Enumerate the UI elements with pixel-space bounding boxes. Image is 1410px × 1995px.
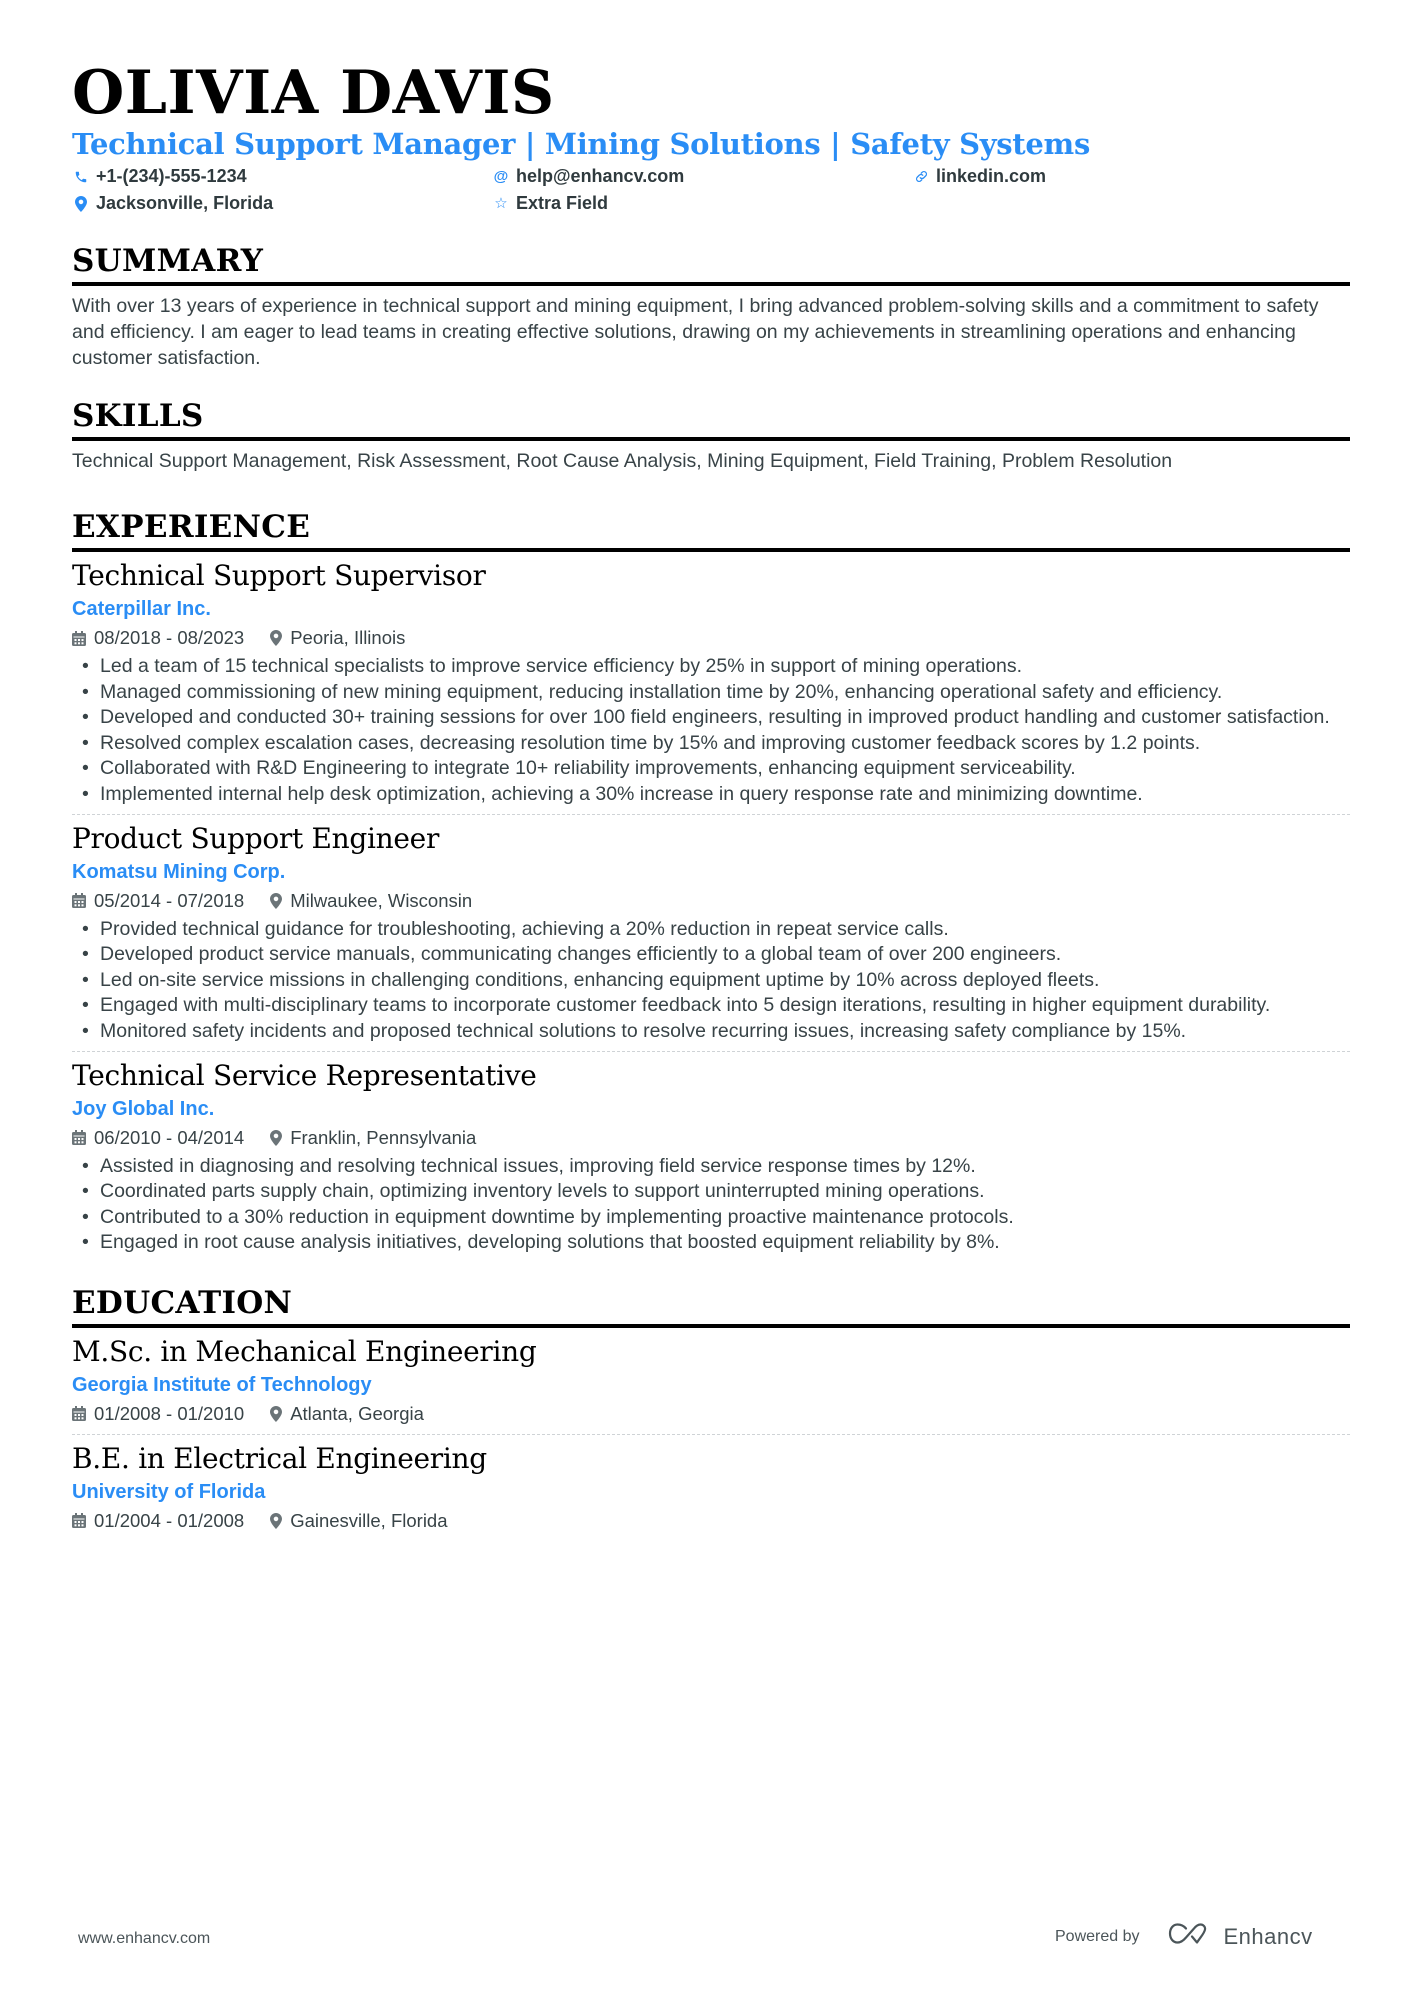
contact-info: +1-(234)-555-1234 @ help@enhancv.com lin…: [72, 164, 1350, 216]
at-icon: @: [493, 168, 509, 185]
education-entry: B.E. in Electrical Engineering Universit…: [72, 1441, 1350, 1541]
bullet: Assisted in diagnosing and resolving tec…: [72, 1154, 1350, 1180]
bullet: Monitored safety incidents and proposed …: [72, 1019, 1350, 1045]
job-dates: 08/2018 - 08/2023: [94, 627, 245, 648]
footer-website-link[interactable]: www.enhancv.com: [78, 1930, 210, 1948]
bullet: Led a team of 15 technical specialists t…: [72, 654, 1350, 680]
star-icon: ☆: [494, 195, 508, 212]
bullet: Contributed to a 30% reduction in equipm…: [72, 1205, 1350, 1231]
section-divider: [72, 282, 1350, 286]
company-name: Komatsu Mining Corp.: [72, 860, 286, 883]
skills-text: Technical Support Management, Risk Asses…: [72, 450, 1173, 472]
company-name: Caterpillar Inc.: [72, 598, 211, 620]
education-section: EDUCATION M.Sc. in Mechanical Engineerin…: [72, 1284, 1350, 1541]
job-meta: 06/2010 - 04/2014 Franklin, Pennsylvania: [72, 1124, 1350, 1152]
school-name: Georgia Institute of Technology: [72, 1373, 372, 1396]
skills-section: SKILLS Technical Support Management, Ris…: [72, 397, 1350, 474]
job-meta: 05/2014 - 07/2018 Milwaukee, Wisconsin: [72, 887, 1350, 915]
education-dates: 01/2008 - 01/2010: [94, 1402, 245, 1424]
location-icon: [72, 195, 90, 212]
bullet: Engaged in root cause analysis initiativ…: [72, 1230, 1350, 1256]
job-meta: 08/2018 - 08/2023 Peoria, Illinois: [72, 624, 1350, 652]
bullet: Coordinated parts supply chain, optimizi…: [72, 1179, 1350, 1205]
job-location: Milwaukee, Wisconsin: [290, 889, 473, 911]
location-icon: [270, 1129, 283, 1146]
bullet: Implemented internal help desk optimizat…: [72, 782, 1350, 808]
contact-location: Jacksonville, Florida: [72, 191, 492, 216]
bullet: Managed commissioning of new mining equi…: [72, 680, 1350, 706]
bullet: Collaborated with R&D Engineering to int…: [72, 756, 1350, 782]
candidate-name: OLIVIA DAVIS: [72, 58, 555, 128]
bullet: Led on-site service missions in challeng…: [72, 968, 1350, 994]
experience-entry: Product Support Engineer Komatsu Mining …: [72, 821, 1350, 1052]
location-icon: [270, 1512, 283, 1529]
experience-title: EXPERIENCE: [72, 509, 311, 545]
bullet: Developed product service manuals, commu…: [72, 942, 1350, 968]
calendar-icon: [72, 1513, 86, 1529]
section-divider: [72, 1323, 1350, 1328]
powered-by-label: Powered by: [1055, 1927, 1140, 1945]
experience-section: EXPERIENCE Technical Support Supervisor …: [72, 508, 1350, 1262]
contact-extra: ☆ Extra Field: [492, 191, 912, 216]
experience-entry: Technical Service Representative Joy Glo…: [72, 1058, 1350, 1262]
education-location: Gainesville, Florida: [290, 1509, 448, 1531]
bullet: Resolved complex escalation cases, decre…: [72, 731, 1350, 757]
skills-title: SKILLS: [72, 398, 204, 434]
calendar-icon: [72, 893, 86, 909]
contact-email[interactable]: @ help@enhancv.com: [492, 164, 912, 189]
calendar-icon: [72, 630, 86, 646]
experience-entry: Technical Support Supervisor Caterpillar…: [72, 558, 1350, 815]
calendar-icon: [72, 1406, 86, 1422]
contact-linkedin-value: linkedin.com: [936, 166, 1047, 186]
contact-phone-value: +1-(234)-555-1234: [96, 166, 247, 186]
phone-icon: [72, 170, 90, 184]
powered-by[interactable]: Powered by Enhancv: [1055, 1921, 1313, 1952]
education-dates: 01/2004 - 01/2008: [94, 1509, 245, 1531]
bullet: Provided technical guidance for troubles…: [72, 917, 1350, 943]
summary-text: With over 13 years of experience in tech…: [72, 295, 1319, 369]
job-title: Technical Service Representative: [72, 1058, 537, 1092]
contact-linkedin[interactable]: linkedin.com: [912, 164, 1332, 189]
location-icon: [270, 1405, 283, 1422]
contact-extra-value: Extra Field: [516, 193, 609, 213]
link-icon: [912, 169, 930, 184]
contact-location-value: Jacksonville, Florida: [96, 193, 274, 213]
job-dates: 05/2014 - 07/2018: [94, 889, 245, 911]
education-title: EDUCATION: [72, 1284, 293, 1321]
school-name: University of Florida: [72, 1480, 266, 1503]
job-bullets: Assisted in diagnosing and resolving tec…: [72, 1154, 1350, 1256]
degree: M.Sc. in Mechanical Engineering: [72, 1334, 537, 1368]
bullet: Engaged with multi-disciplinary teams to…: [72, 993, 1350, 1019]
enhancv-brand: Enhancv: [1223, 1923, 1313, 1949]
enhancv-logo-icon: [1168, 1921, 1214, 1952]
bullet: Developed and conducted 30+ training ses…: [72, 705, 1350, 731]
summary-section: SUMMARY With over 13 years of experience…: [72, 242, 1350, 371]
section-divider: [72, 437, 1350, 441]
location-icon: [270, 630, 283, 646]
job-dates: 06/2010 - 04/2014: [94, 1126, 245, 1148]
job-bullets: Provided technical guidance for troubles…: [72, 917, 1350, 1045]
job-location: Franklin, Pennsylvania: [290, 1126, 477, 1148]
contact-email-value: help@enhancv.com: [516, 166, 685, 186]
education-meta: 01/2004 - 01/2008 Gainesville, Florida: [72, 1507, 1350, 1535]
summary-title: SUMMARY: [72, 243, 264, 279]
section-divider: [72, 548, 1350, 552]
education-location: Atlanta, Georgia: [290, 1402, 424, 1424]
company-name: Joy Global Inc.: [72, 1097, 215, 1120]
resume-page: OLIVIA DAVIS Technical Support Manager |…: [72, 58, 1350, 1541]
job-title: Technical Support Supervisor: [72, 559, 486, 592]
education-meta: 01/2008 - 01/2010 Atlanta, Georgia: [72, 1400, 1350, 1428]
job-location: Peoria, Illinois: [290, 627, 406, 648]
calendar-icon: [72, 1130, 86, 1146]
location-icon: [270, 892, 283, 909]
job-title: Product Support Engineer: [72, 821, 440, 855]
degree: B.E. in Electrical Engineering: [72, 1441, 487, 1475]
education-entry: M.Sc. in Mechanical Engineering Georgia …: [72, 1334, 1350, 1435]
contact-phone[interactable]: +1-(234)-555-1234: [72, 164, 492, 189]
job-bullets: Led a team of 15 technical specialists t…: [72, 654, 1350, 808]
headline: Technical Support Manager | Mining Solut…: [72, 127, 1090, 161]
